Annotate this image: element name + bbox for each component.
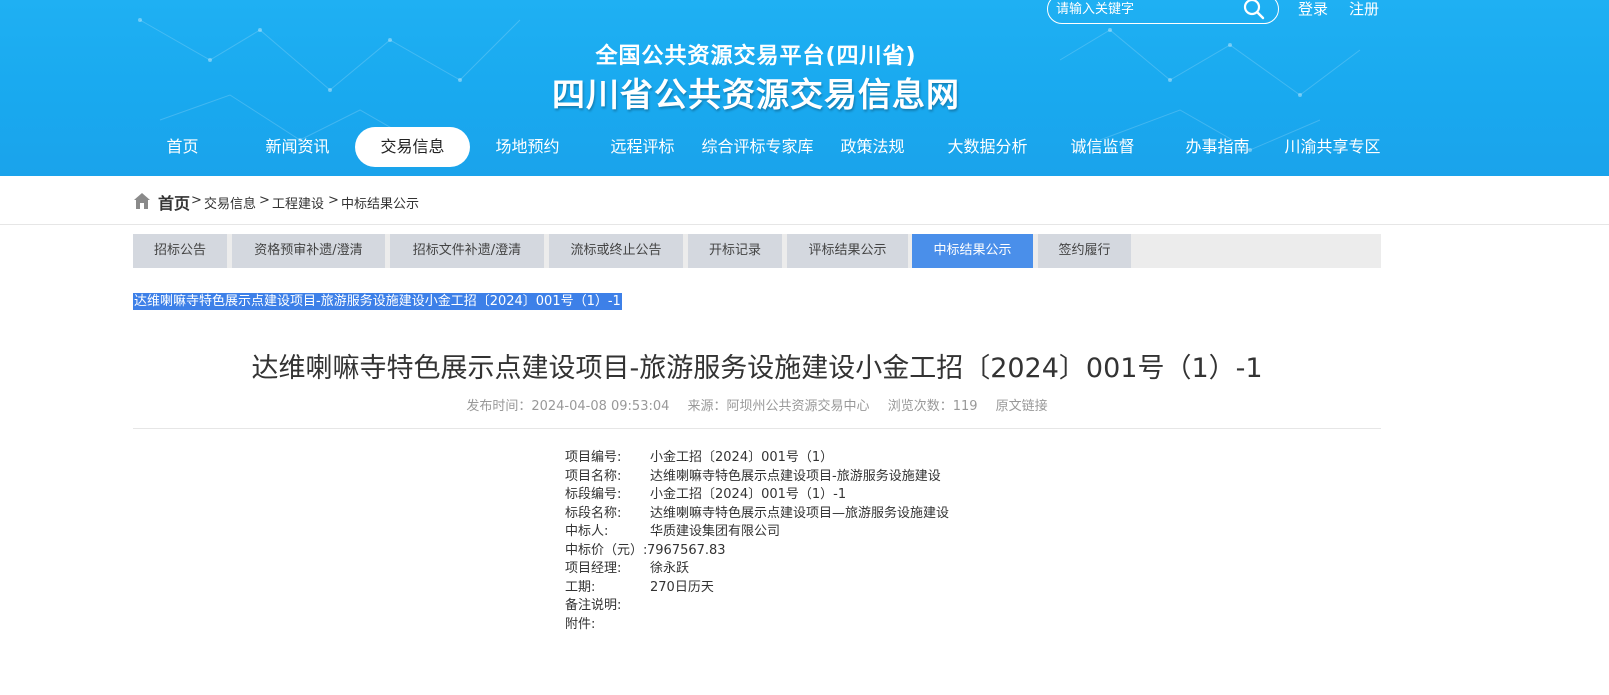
info-label: 项目编号:	[565, 450, 622, 465]
article-meta: 发布时间：2024-04-08 09:53:04 来源：阿坝州公共资源交易中心 …	[133, 395, 1381, 414]
home-icon	[134, 193, 150, 209]
source: 来源：阿坝州公共资源交易中心	[687, 399, 870, 414]
nav-big-data[interactable]: 大数据分析	[930, 127, 1045, 167]
info-label: 项目名称:	[565, 468, 622, 484]
breadcrumb-separator: >	[328, 193, 339, 208]
platform-subtitle: 全国公共资源交易平台(四川省)	[595, 44, 917, 69]
highlighted-title-text[interactable]: 达维喇嘛寺特色展示点建设项目-旅游服务设施建设小金工招〔2024〕001号（1）…	[133, 293, 622, 310]
original-link[interactable]: 原文链接	[996, 399, 1048, 414]
nav-service-guide[interactable]: 办事指南	[1160, 127, 1275, 167]
tab-contract-performance[interactable]: 签约履行	[1038, 234, 1131, 268]
info-label: 中标价（元）:	[565, 542, 648, 558]
info-label: 项目经理:	[565, 561, 622, 576]
tab-prequal-addendum[interactable]: 资格预审补遗/澄清	[232, 234, 385, 268]
info-value: 达维喇嘛寺特色展示点建设项目-旅游服务设施建设	[650, 468, 941, 484]
info-label: 标段名称:	[565, 505, 622, 521]
nav-news[interactable]: 新闻资讯	[240, 127, 355, 167]
info-value: 小金工招〔2024〕001号（1）-1	[650, 487, 847, 502]
nav-trade-info[interactable]: 交易信息	[355, 127, 470, 167]
breadcrumb-trade-info[interactable]: 交易信息	[204, 193, 256, 212]
divider	[133, 428, 1381, 429]
nav-venue-booking[interactable]: 场地预约	[470, 127, 585, 167]
nav-remote-evaluation[interactable]: 远程评标	[585, 127, 700, 167]
info-value: 达维喇嘛寺特色展示点建设项目—旅游服务设施建设	[650, 505, 950, 521]
breadcrumb-separator: >	[259, 193, 270, 208]
register-link[interactable]: 注册	[1349, 0, 1379, 19]
breadcrumb-engineering[interactable]: 工程建设	[272, 193, 324, 212]
publish-time: 发布时间：2024-04-08 09:53:04	[466, 399, 670, 414]
info-value: 华质建设集团有限公司	[650, 524, 781, 539]
search-input[interactable]	[1056, 0, 1236, 20]
breadcrumb-current: 中标结果公示	[341, 197, 420, 212]
tab-failed-terminated[interactable]: 流标或终止公告	[549, 234, 683, 268]
tab-bid-opening-record[interactable]: 开标记录	[688, 234, 782, 268]
nav-expert-database[interactable]: 综合评标专家库	[700, 127, 815, 167]
tab-tender-notice[interactable]: 招标公告	[133, 234, 227, 268]
site-title: 四川省公共资源交易信息网	[552, 75, 960, 114]
tab-tender-doc-addendum[interactable]: 招标文件补遗/澄清	[390, 234, 544, 268]
nav-policies[interactable]: 政策法规	[815, 127, 930, 167]
info-label: 备注说明:	[565, 598, 622, 613]
tab-evaluation-result[interactable]: 评标结果公示	[787, 234, 908, 268]
nav-chuanyu-zone[interactable]: 川渝共享专区	[1275, 127, 1390, 167]
view-count: 浏览次数：119	[887, 399, 978, 414]
info-label: 工期:	[565, 579, 596, 595]
info-value: 270日历天	[650, 579, 714, 595]
info-label: 标段编号:	[565, 487, 622, 502]
category-tabs: 招标公告 资格预审补遗/澄清 招标文件补遗/澄清 流标或终止公告 开标记录 评标…	[133, 234, 1381, 268]
login-link[interactable]: 登录	[1298, 0, 1328, 19]
nav-credit-supervision[interactable]: 诚信监督	[1045, 127, 1160, 167]
breadcrumb-separator: >	[191, 193, 202, 208]
info-value: 7967567.83	[647, 542, 726, 558]
breadcrumb: 首页 > 交易信息 > 工程建设 > 中标结果公示	[0, 176, 1609, 225]
breadcrumb-home[interactable]: 首页	[158, 190, 190, 214]
nav-home[interactable]: 首页	[125, 127, 240, 167]
info-value: 小金工招〔2024〕001号（1）	[650, 450, 834, 465]
site-header: 登录 注册 全国公共资源交易平台(四川省) 四川省公共资源交易信息网 首页 新闻…	[0, 0, 1609, 176]
page-title: 达维喇嘛寺特色展示点建设项目-旅游服务设施建设小金工招〔2024〕001号（1）…	[251, 353, 1263, 384]
tab-award-result[interactable]: 中标结果公示	[912, 234, 1033, 268]
info-label: 附件:	[565, 616, 596, 632]
search-icon[interactable]	[1242, 0, 1266, 21]
info-value: 徐永跃	[650, 561, 690, 576]
info-label: 中标人:	[565, 524, 609, 539]
